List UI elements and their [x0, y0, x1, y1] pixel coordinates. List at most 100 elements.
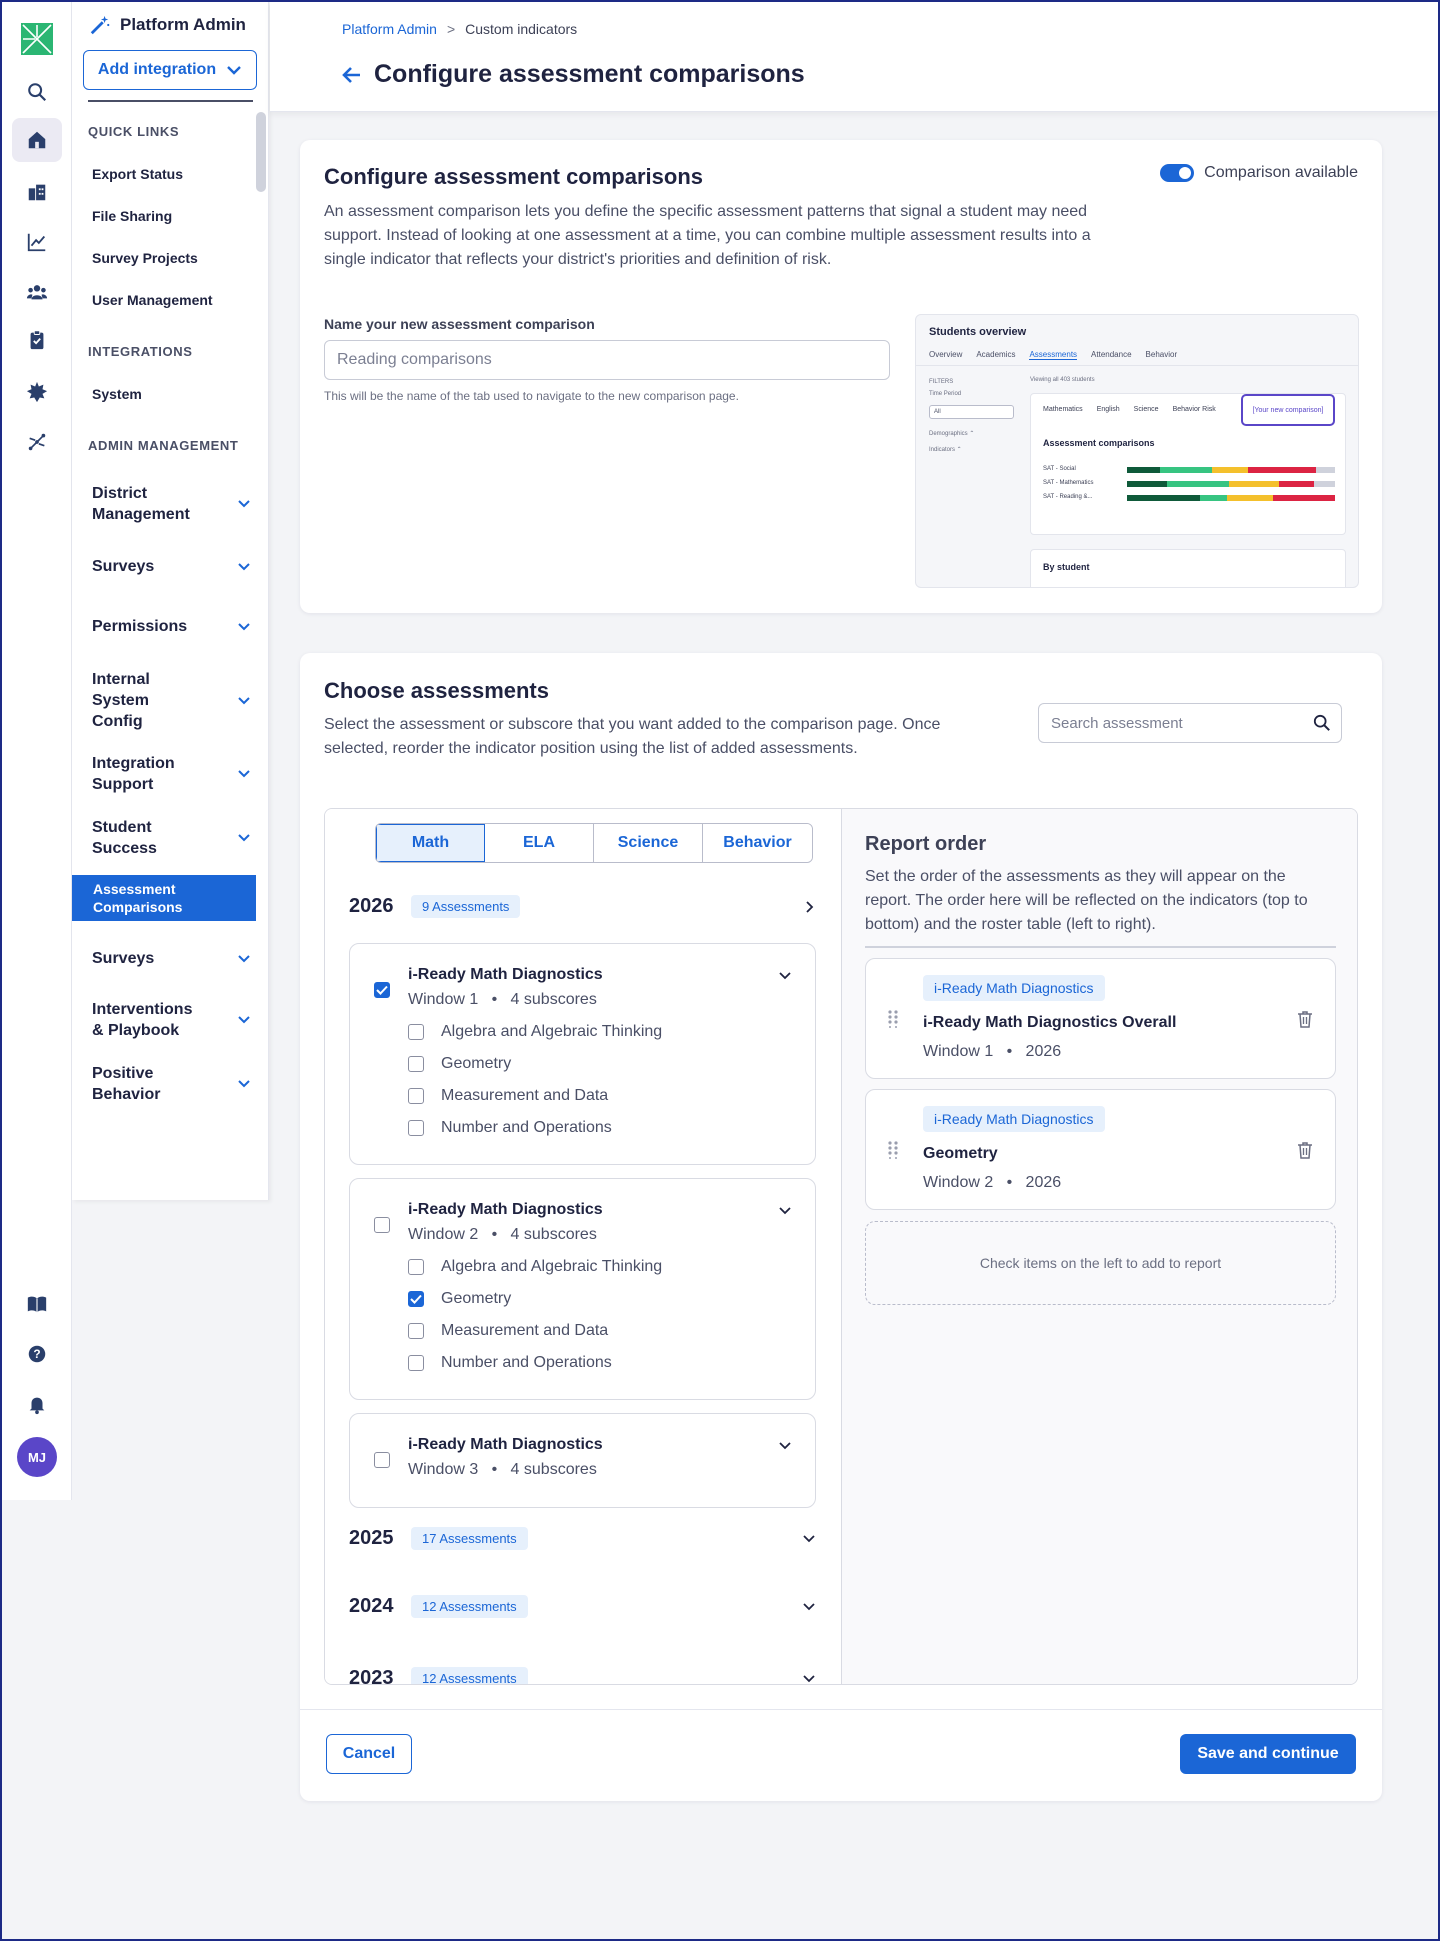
choose-assessments-card: Choose assessments Select the assessment… [300, 653, 1382, 1801]
nav-group-permissions[interactable]: Permissions [92, 616, 252, 637]
comparison-name-input[interactable] [324, 340, 890, 380]
preview-stacked-bar [1127, 495, 1335, 501]
nav-link-system[interactable]: System [92, 386, 142, 402]
tab-ela[interactable]: ELA [485, 824, 594, 862]
subscore-checkbox[interactable]: Algebra and Algebraic Thinking [408, 1023, 662, 1041]
buildings-icon[interactable] [12, 170, 62, 214]
chevron-right-icon[interactable] [801, 899, 817, 915]
clipboard-icon[interactable] [12, 318, 62, 362]
assessment-name: i-Ready Math Diagnostics [408, 966, 603, 983]
search-icon[interactable] [12, 70, 62, 114]
nav-group-surveys[interactable]: Surveys [92, 556, 252, 577]
trash-icon[interactable] [1297, 1141, 1313, 1159]
add-integration-button[interactable]: Add integration [83, 50, 257, 90]
chevron-down-icon [227, 66, 241, 75]
tab-science[interactable]: Science [594, 824, 703, 862]
tab-behavior[interactable]: Behavior [703, 824, 812, 862]
tab-math[interactable]: Math [376, 824, 485, 862]
people-icon[interactable] [12, 270, 62, 314]
search-assessment[interactable] [1038, 703, 1342, 743]
divider [865, 946, 1336, 948]
nav-group-surveys-2[interactable]: Surveys [92, 948, 252, 969]
nav-item-assessment-comparisons[interactable]: Assessment Comparisons [72, 875, 256, 921]
logo-icon[interactable] [21, 23, 53, 55]
subscore-checkbox[interactable]: Measurement and Data [408, 1087, 608, 1105]
check-icon [410, 1294, 422, 1304]
nav-group-internal-system-config[interactable]: Internal System Config [92, 669, 252, 732]
year-row-2023[interactable]: 2023 12 Assessments [349, 1667, 819, 1686]
bell-icon[interactable] [12, 1382, 62, 1426]
name-help-text: This will be the name of the tab used to… [324, 389, 739, 403]
assessment-subscores: 4 subscores [510, 991, 597, 1008]
chevron-down-icon[interactable] [801, 1599, 817, 1615]
checkbox[interactable] [408, 1120, 424, 1136]
assessment-checkbox[interactable] [374, 1452, 390, 1468]
checkbox[interactable] [408, 1259, 424, 1275]
checkbox[interactable] [408, 1024, 424, 1040]
cancel-button[interactable]: Cancel [326, 1734, 412, 1774]
back-arrow-icon[interactable] [342, 66, 362, 84]
nav-group-positive-behavior[interactable]: Positive Behavior [92, 1063, 252, 1105]
scrollbar-thumb[interactable] [256, 112, 266, 192]
save-and-continue-button[interactable]: Save and continue [1180, 1734, 1356, 1774]
page-title-row: Configure assessment comparisons [342, 60, 805, 89]
comparison-available-toggle[interactable]: Comparison available [1160, 164, 1358, 182]
side-nav: Platform Admin Add integration QUICK LIN… [72, 2, 269, 1200]
nav-link-survey-projects[interactable]: Survey Projects [92, 250, 198, 266]
subscore-checkbox[interactable]: Number and Operations [408, 1119, 612, 1137]
avatar[interactable]: MJ [17, 1437, 57, 1477]
subscore-checkbox[interactable]: Geometry [408, 1055, 511, 1073]
subscore-checkbox[interactable]: Measurement and Data [408, 1322, 608, 1340]
subscore-checkbox[interactable]: Geometry [408, 1290, 511, 1308]
breadcrumb-separator: > [446, 21, 456, 37]
year-row-2025[interactable]: 2025 17 Assessments [349, 1527, 819, 1550]
nav-group-student-success[interactable]: Student Success [92, 817, 252, 859]
chevron-down-icon[interactable] [801, 1531, 817, 1547]
subscore-checkbox[interactable]: Number and Operations [408, 1354, 612, 1372]
breadcrumb-platform-admin[interactable]: Platform Admin [342, 21, 437, 37]
drag-handle-icon[interactable] [888, 1141, 898, 1159]
name-field-label: Name your new assessment comparison [324, 316, 595, 332]
chevron-down-icon[interactable] [801, 1671, 817, 1686]
report-order-title: Report order [865, 833, 987, 855]
search-input[interactable] [1039, 704, 1299, 742]
preview-by-student-box: By student [1030, 549, 1346, 587]
chevron-down-icon[interactable] [777, 1438, 793, 1454]
report-drop-zone[interactable]: Check items on the left to add to report [865, 1221, 1336, 1305]
drag-handle-icon[interactable] [888, 1010, 898, 1028]
help-icon[interactable]: ? [12, 1332, 62, 1376]
gear-burst-icon[interactable] [12, 370, 62, 414]
book-icon[interactable] [12, 1282, 62, 1326]
page-header: Platform Admin > Custom indicators Confi… [270, 2, 1438, 112]
checkbox[interactable] [408, 1056, 424, 1072]
assessment-checkbox[interactable] [374, 1217, 390, 1233]
chevron-down-icon[interactable] [777, 1203, 793, 1219]
preview-row: SAT - Mathematics [1043, 480, 1339, 488]
search-icon[interactable] [1313, 714, 1331, 732]
year-label: 2023 [349, 1667, 394, 1685]
home-icon[interactable] [12, 118, 62, 162]
trash-icon[interactable] [1297, 1010, 1313, 1028]
report-item[interactable]: i-Ready Math Diagnostics i-Ready Math Di… [865, 958, 1336, 1079]
subscore-checkbox[interactable]: Algebra and Algebraic Thinking [408, 1258, 662, 1276]
nav-group-integration-support[interactable]: Integration Support [92, 753, 252, 795]
nav-group-interventions-playbook[interactable]: Interventions & Playbook [92, 999, 252, 1041]
checkbox[interactable] [408, 1291, 424, 1307]
assessment-checkbox[interactable] [374, 982, 390, 998]
checkbox[interactable] [408, 1088, 424, 1104]
network-icon[interactable] [12, 420, 62, 464]
nav-link-file-sharing[interactable]: File Sharing [92, 208, 172, 224]
preview-select: All [929, 405, 1014, 419]
checkbox[interactable] [408, 1355, 424, 1371]
year-row-2024[interactable]: 2024 12 Assessments [349, 1595, 819, 1618]
nav-link-export-status[interactable]: Export Status [92, 166, 183, 182]
report-item[interactable]: i-Ready Math Diagnostics Geometry Window… [865, 1089, 1336, 1210]
year-row-2026[interactable]: 2026 9 Assessments [349, 895, 819, 918]
checkbox[interactable] [408, 1323, 424, 1339]
chevron-down-icon[interactable] [777, 968, 793, 984]
subscore-label: Number and Operations [441, 1354, 612, 1371]
chart-icon[interactable] [12, 220, 62, 264]
nav-group-district-management[interactable]: District Management [92, 483, 252, 525]
nav-link-user-management[interactable]: User Management [92, 292, 213, 308]
toggle-switch[interactable] [1160, 164, 1195, 182]
